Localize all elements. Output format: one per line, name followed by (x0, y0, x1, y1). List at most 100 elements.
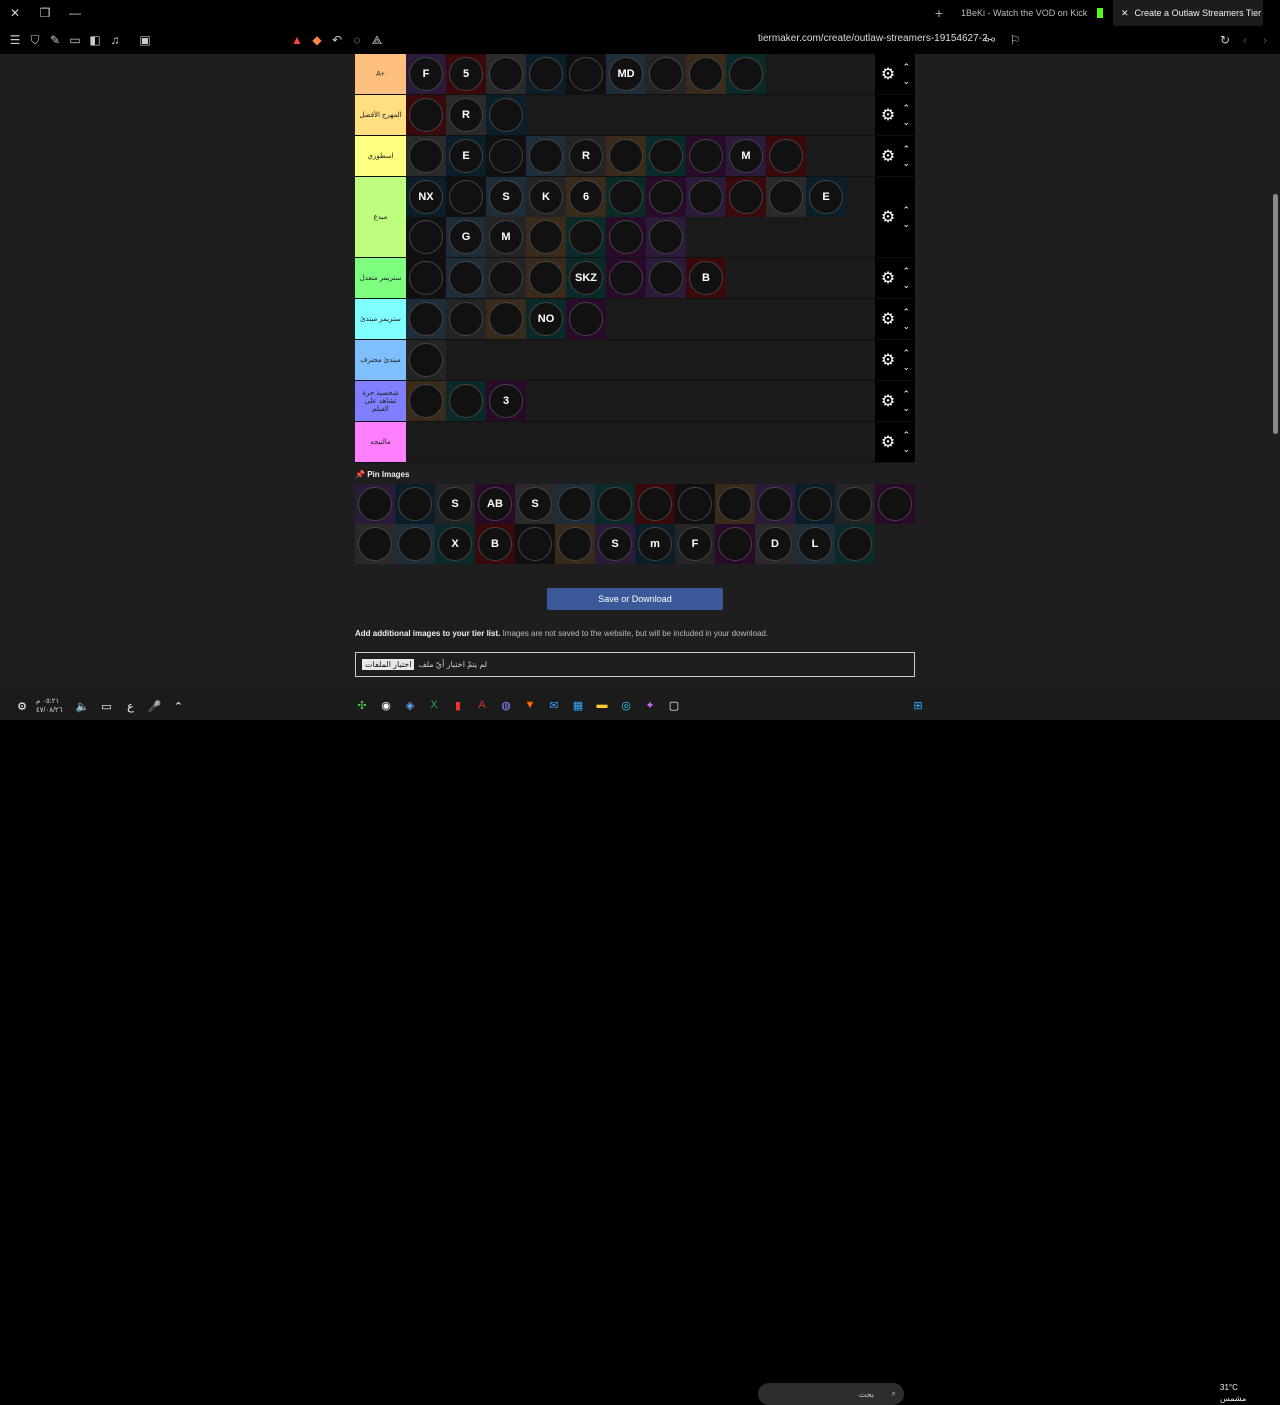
tier-item[interactable] (486, 54, 526, 94)
pin-item[interactable] (795, 484, 835, 524)
gear-icon[interactable]: ⚙ (881, 64, 895, 84)
tab-tiermaker[interactable]: ✕ Create a Outlaw Streamers Tier L (1113, 0, 1263, 26)
tier-item[interactable] (766, 177, 806, 217)
tier-item[interactable] (446, 258, 486, 298)
tier-item[interactable]: F (406, 54, 446, 94)
gear-icon[interactable]: ⚙ (881, 350, 895, 370)
tier-item[interactable]: 5 (446, 54, 486, 94)
pin-item[interactable]: B (475, 524, 515, 564)
taskview-icon[interactable]: ▢ (662, 693, 686, 717)
tier-item[interactable] (606, 136, 646, 176)
tier-item[interactable] (726, 177, 766, 217)
tier-item[interactable] (606, 177, 646, 217)
tier-item[interactable] (406, 340, 446, 380)
pin-item[interactable]: m (635, 524, 675, 564)
tier-item[interactable] (526, 258, 566, 298)
weather-widget[interactable]: 31°C مشمس (1220, 1382, 1246, 1404)
discord-icon[interactable]: ◍ (494, 693, 518, 717)
tier-item[interactable] (446, 381, 486, 421)
tier-item[interactable]: R (566, 136, 606, 176)
tier-label[interactable]: المهرج الأفضل (355, 95, 406, 135)
tier-item[interactable]: SKZ (566, 258, 606, 298)
translate-icon[interactable]: ⟁ (367, 26, 387, 54)
save-download-button[interactable]: Save or Download (547, 588, 723, 610)
tier-label[interactable]: A+ (355, 54, 406, 94)
chevron-down-icon[interactable]: ⌄ (902, 278, 910, 292)
chevron-up-icon[interactable]: ⌃ (902, 101, 910, 115)
chevron-up-icon[interactable]: ⌃ (902, 346, 910, 360)
tab-kick[interactable]: 1BeKi - Watch the VOD on Kick (953, 0, 1093, 26)
forward-icon[interactable]: › (1255, 26, 1275, 54)
tier-item[interactable]: 6 (566, 177, 606, 217)
tier-item[interactable]: 3 (486, 381, 526, 421)
network-icon[interactable]: ▭ (94, 694, 118, 718)
tier-item[interactable] (486, 95, 526, 135)
tier-item[interactable]: E (806, 177, 846, 217)
tab-close-icon[interactable]: ✕ (1121, 8, 1129, 19)
pin-item[interactable] (835, 484, 875, 524)
tier-item[interactable] (526, 54, 566, 94)
minimize-icon[interactable]: — (60, 0, 90, 26)
lang-indicator[interactable]: ع (118, 694, 142, 718)
tier-item[interactable] (606, 217, 646, 257)
tier-item[interactable] (406, 95, 446, 135)
brave-shield-icon[interactable]: ▲ (287, 26, 307, 54)
settings-icon[interactable]: ⚙ (10, 694, 34, 718)
tier-label[interactable]: مبتدئ محترف (355, 340, 406, 380)
windows-start-icon[interactable]: ⊞ (906, 693, 930, 717)
pin-item[interactable]: S (515, 484, 555, 524)
tier-item[interactable] (646, 54, 686, 94)
tier-item[interactable] (566, 217, 606, 257)
pin-item[interactable] (715, 484, 755, 524)
app-red-icon[interactable]: ▮ (446, 693, 470, 717)
tier-label[interactable]: ستريمر متعدل (355, 258, 406, 298)
tier-item[interactable] (406, 381, 446, 421)
tier-item[interactable] (646, 217, 686, 257)
chevron-down-icon[interactable]: ⌄ (902, 319, 910, 333)
pin-item[interactable] (835, 524, 875, 564)
tier-item[interactable]: K (526, 177, 566, 217)
tier-item[interactable]: M (726, 136, 766, 176)
pin-item[interactable] (875, 484, 915, 524)
chevron-up-icon[interactable]: ⌃ (902, 60, 910, 74)
volume-icon[interactable]: 🔈 (70, 694, 94, 718)
chevron-down-icon[interactable]: ⌄ (902, 360, 910, 374)
reload-icon[interactable]: ↻ (1215, 26, 1235, 54)
tier-item[interactable] (566, 299, 606, 339)
copilot-icon[interactable]: ✦ (638, 693, 662, 717)
tier-item[interactable]: M (486, 217, 526, 257)
shield-icon[interactable]: ⛉ (25, 26, 45, 54)
tier-item[interactable] (486, 258, 526, 298)
tier-item[interactable] (526, 136, 566, 176)
pin-icon[interactable]: ✎ (45, 26, 65, 54)
tier-label[interactable]: مبدع (355, 177, 406, 257)
pin-item[interactable] (555, 524, 595, 564)
chevron-down-icon[interactable]: ⌄ (902, 115, 910, 129)
mic-icon[interactable]: 🎤 (142, 694, 166, 718)
steam-icon[interactable]: ◈ (398, 693, 422, 717)
pin-item[interactable]: S (595, 524, 635, 564)
tier-item[interactable]: G (446, 217, 486, 257)
tier-item[interactable]: R (446, 95, 486, 135)
file-input[interactable]: اختيار الملفات لم يتمّ اختيار أيّ ملف (355, 652, 915, 677)
store-icon[interactable]: ▦ (566, 693, 590, 717)
tier-item[interactable] (406, 299, 446, 339)
tier-item[interactable]: S (486, 177, 526, 217)
adobe-icon[interactable]: A (470, 693, 494, 717)
chevron-down-icon[interactable]: ⌄ (902, 217, 910, 231)
address-bar[interactable]: tiermaker.com/create/outlaw-streamers-19… (758, 33, 988, 44)
scrollbar-thumb[interactable] (1273, 194, 1278, 434)
tier-label[interactable]: اسطوري (355, 136, 406, 176)
tier-item[interactable]: MD (606, 54, 646, 94)
gear-icon[interactable]: ⚙ (881, 309, 895, 329)
tier-item[interactable] (726, 54, 766, 94)
mail-icon[interactable]: ✉ (542, 693, 566, 717)
tier-item[interactable] (686, 177, 726, 217)
tier-label[interactable]: ستريمر مبتدئ (355, 299, 406, 339)
chevron-up-icon[interactable]: ⌃ (902, 428, 910, 442)
close-icon[interactable]: ✕ (0, 0, 30, 26)
link-icon[interactable]: ⚯ (980, 26, 1000, 54)
sidebar-icon[interactable]: ◧ (85, 26, 105, 54)
gear-icon[interactable]: ⚙ (881, 432, 895, 452)
tier-label[interactable]: مالتيجه (355, 422, 406, 462)
